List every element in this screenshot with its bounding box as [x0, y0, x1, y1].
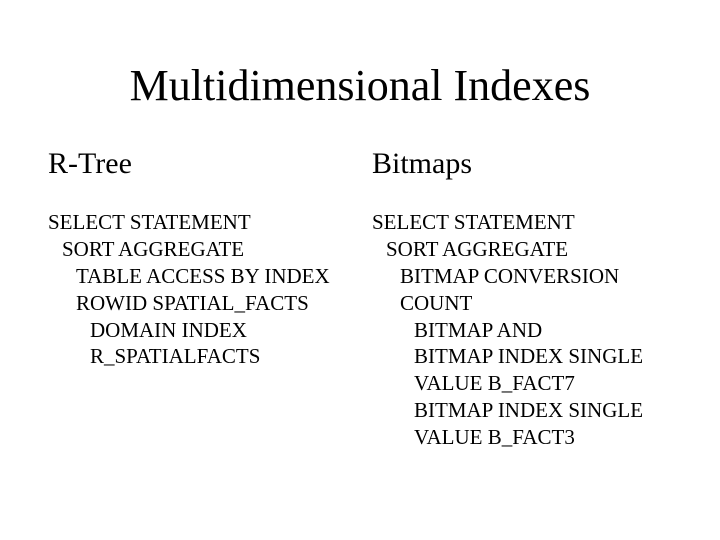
left-heading: R-Tree: [48, 147, 348, 181]
plan-line: SORT AGGREGATE: [48, 236, 348, 263]
right-heading: Bitmaps: [372, 147, 672, 181]
slide: Multidimensional Indexes R-Tree SELECT S…: [0, 0, 720, 540]
plan-line: BITMAP AND: [372, 317, 672, 344]
left-plan: SELECT STATEMENT SORT AGGREGATE TABLE AC…: [48, 209, 348, 370]
plan-line: SELECT STATEMENT: [48, 209, 348, 236]
plan-line: TABLE ACCESS BY INDEX ROWID SPATIAL_FACT…: [48, 263, 348, 317]
plan-line: BITMAP INDEX SINGLE VALUE B_FACT7: [372, 343, 672, 397]
plan-line: SELECT STATEMENT: [372, 209, 672, 236]
slide-title: Multidimensional Indexes: [48, 60, 672, 111]
plan-line: BITMAP CONVERSION COUNT: [372, 263, 672, 317]
left-column: R-Tree SELECT STATEMENT SORT AGGREGATE T…: [48, 147, 348, 451]
plan-line: DOMAIN INDEX R_SPATIALFACTS: [48, 317, 348, 371]
columns: R-Tree SELECT STATEMENT SORT AGGREGATE T…: [48, 147, 672, 451]
plan-line: SORT AGGREGATE: [372, 236, 672, 263]
plan-line: BITMAP INDEX SINGLE VALUE B_FACT3: [372, 397, 672, 451]
right-column: Bitmaps SELECT STATEMENT SORT AGGREGATE …: [372, 147, 672, 451]
right-plan: SELECT STATEMENT SORT AGGREGATE BITMAP C…: [372, 209, 672, 451]
